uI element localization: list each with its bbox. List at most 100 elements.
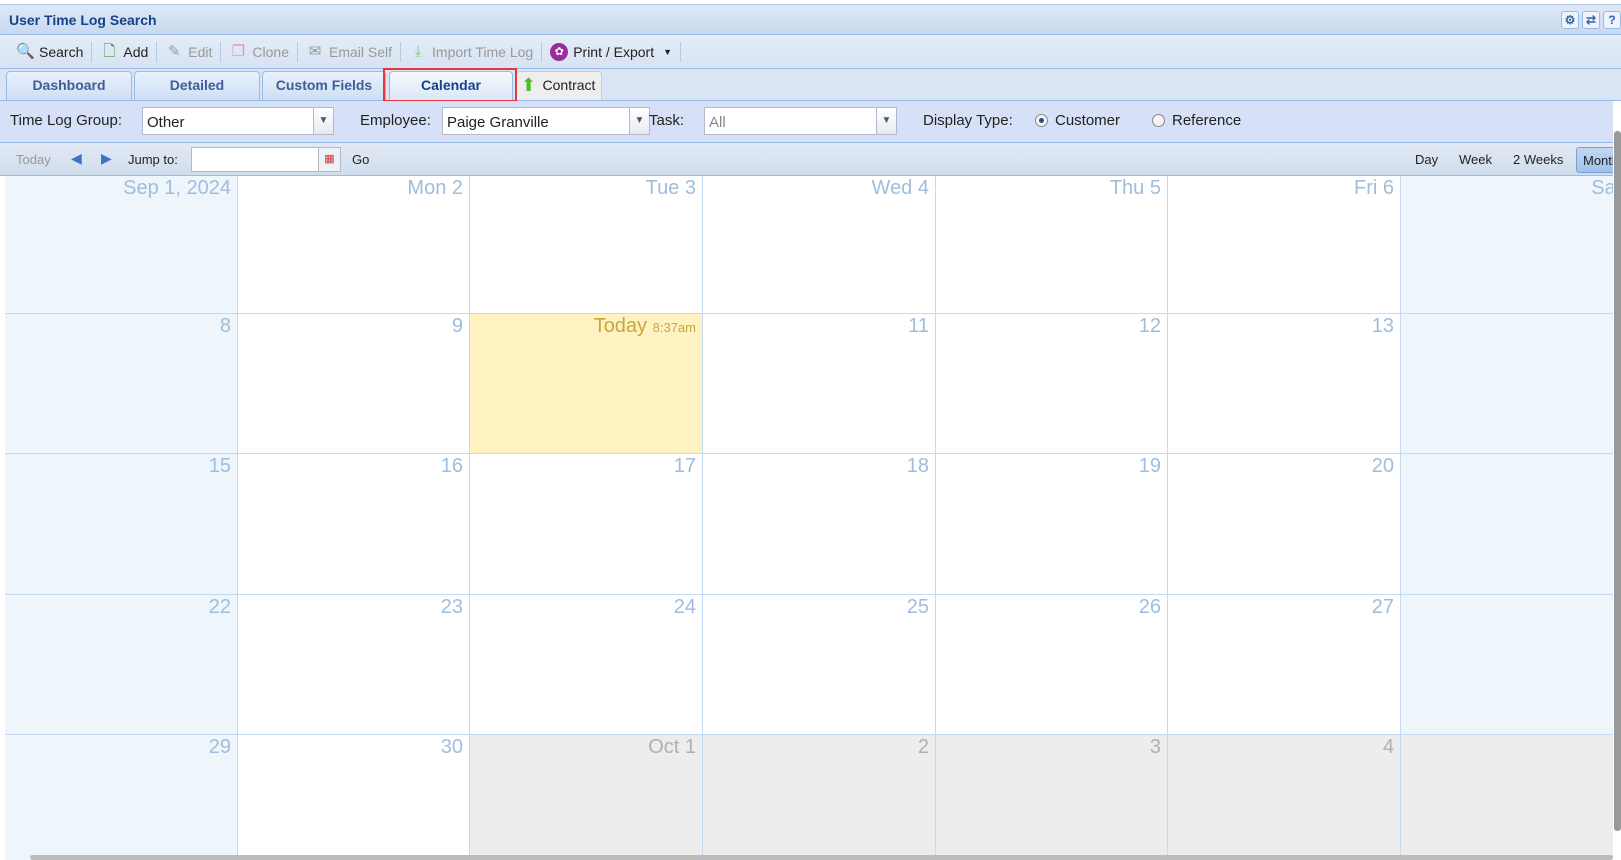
calendar-day[interactable]: 15 xyxy=(5,454,238,595)
edit-label: Edit xyxy=(188,43,213,60)
scrollbar-thumb[interactable] xyxy=(1614,131,1621,831)
print-export-label: Print / Export xyxy=(573,43,655,60)
day-label: 11 xyxy=(908,315,929,337)
time-log-group-select[interactable]: Other ▼ xyxy=(142,107,334,135)
paw-icon: ✿ xyxy=(550,42,569,61)
gear-icon[interactable]: ⚙ xyxy=(1561,11,1579,29)
calendar-day[interactable]: Sep 1, 2024 xyxy=(5,176,238,314)
calendar-day[interactable]: 27 xyxy=(1168,595,1401,735)
calendar-day[interactable]: 19 xyxy=(936,454,1168,595)
calendar-icon[interactable]: ▦ xyxy=(318,148,340,171)
previous-icon[interactable]: ◀ xyxy=(71,150,82,167)
calendar-day-today[interactable]: Today 8:37am xyxy=(470,314,703,454)
help-icon[interactable]: ? xyxy=(1603,11,1621,29)
day-label: 17 xyxy=(673,455,696,477)
time-log-group-value: Other xyxy=(147,114,185,131)
calendar-day[interactable]: 30 xyxy=(238,735,470,860)
dropdown-arrow-icon: ▼ xyxy=(663,46,673,57)
vertical-scrollbar[interactable] xyxy=(1613,101,1621,860)
calendar-day[interactable]: 12 xyxy=(936,314,1168,454)
calendar-day[interactable]: Thu 5 xyxy=(936,176,1168,314)
horizontal-scrollbar[interactable] xyxy=(30,855,1613,860)
day-label: 30 xyxy=(440,736,463,758)
current-time: 8:37am xyxy=(652,320,696,335)
highlight-box xyxy=(383,68,517,102)
print-export-button[interactable]: ✿ Print / Export ▼ xyxy=(542,40,680,64)
today-button[interactable]: Today xyxy=(16,152,51,167)
refresh-icon[interactable]: ⇄ xyxy=(1582,11,1600,29)
calendar-day[interactable]: 14 xyxy=(1401,314,1613,454)
day-label: 15 xyxy=(208,455,231,477)
go-button[interactable]: Go xyxy=(352,152,369,167)
calendar-day[interactable]: Tue 3 xyxy=(470,176,703,314)
day-label: 12 xyxy=(1138,315,1161,337)
radio-reference-label[interactable]: Reference xyxy=(1172,112,1241,129)
calendar-day[interactable]: 8 xyxy=(5,314,238,454)
calendar-day[interactable]: 5 xyxy=(1401,735,1613,860)
employee-select[interactable]: Paige Granville ▼ xyxy=(442,107,650,135)
radio-reference[interactable] xyxy=(1152,114,1165,127)
add-button[interactable]: 🗋 Add xyxy=(92,40,156,64)
employee-label: Employee: xyxy=(360,112,431,129)
tab-custom-fields[interactable]: Custom Fields xyxy=(262,71,386,100)
tab-contract[interactable]: ⬆ Contract xyxy=(516,71,602,100)
calendar-day[interactable]: 26 xyxy=(936,595,1168,735)
day-label: Sat 7 xyxy=(1591,177,1613,199)
search-button[interactable]: 🔍 Search xyxy=(8,40,91,64)
radio-customer[interactable] xyxy=(1035,114,1048,127)
calendar-day[interactable]: 25 xyxy=(703,595,936,735)
window-titlebar: User Time Log Search ⚙ ⇄ ? xyxy=(0,4,1621,35)
calendar-day[interactable]: Sat 7 xyxy=(1401,176,1613,314)
calendar-day[interactable]: 22 xyxy=(5,595,238,735)
chevron-down-icon[interactable]: ▼ xyxy=(313,108,333,134)
calendar-day[interactable]: 23 xyxy=(238,595,470,735)
calendar-day[interactable]: Fri 6 xyxy=(1168,176,1401,314)
day-label: Mon 2 xyxy=(407,177,463,199)
calendar-day[interactable]: 2 xyxy=(703,735,936,860)
calendar-day[interactable]: 28 xyxy=(1401,595,1613,735)
edit-button[interactable]: ✎ Edit xyxy=(157,40,220,64)
calendar-day[interactable]: 17 xyxy=(470,454,703,595)
calendar-day[interactable]: 18 xyxy=(703,454,936,595)
clone-button[interactable]: ❐ Clone xyxy=(221,40,297,64)
view-day-button[interactable]: Day xyxy=(1409,147,1444,173)
calendar-day[interactable]: 24 xyxy=(470,595,703,735)
view-week-button[interactable]: Week xyxy=(1453,147,1498,173)
download-icon: ⤓ xyxy=(414,42,422,60)
day-label: Thu 5 xyxy=(1109,177,1161,199)
search-label: Search xyxy=(39,43,84,60)
next-icon[interactable]: ▶ xyxy=(101,150,112,167)
task-value: All xyxy=(709,114,726,131)
jump-to-label: Jump to: xyxy=(128,152,178,167)
radio-customer-label[interactable]: Customer xyxy=(1055,112,1120,129)
tab-contract-label: Contract xyxy=(542,77,596,93)
calendar-day[interactable]: 20 xyxy=(1168,454,1401,595)
view-month-button[interactable]: Month xyxy=(1576,147,1616,173)
calendar-day[interactable]: Mon 2 xyxy=(238,176,470,314)
jump-to-input[interactable]: ▦ xyxy=(191,147,341,172)
calendar-day[interactable]: 29 xyxy=(5,735,238,860)
import-time-log-button[interactable]: ⤓ Import Time Log xyxy=(401,40,541,64)
calendar-day[interactable]: Oct 1 xyxy=(470,735,703,860)
clone-icon: ❐ xyxy=(231,42,246,60)
day-label: 16 xyxy=(440,455,463,477)
calendar-day[interactable]: 16 xyxy=(238,454,470,595)
view-2-weeks-button[interactable]: 2 Weeks xyxy=(1507,147,1569,173)
calendar-day[interactable]: 13 xyxy=(1168,314,1401,454)
employee-value: Paige Granville xyxy=(447,114,549,131)
task-select[interactable]: All ▼ xyxy=(704,107,897,135)
divider xyxy=(680,41,682,62)
tab-detailed[interactable]: Detailed xyxy=(134,71,260,100)
chevron-down-icon[interactable]: ▼ xyxy=(629,108,649,134)
chevron-down-icon[interactable]: ▼ xyxy=(876,108,896,134)
calendar-day[interactable]: 4 xyxy=(1168,735,1401,860)
calendar-day[interactable]: 11 xyxy=(703,314,936,454)
calendar-day[interactable]: Wed 4 xyxy=(703,176,936,314)
calendar-day[interactable]: 21 xyxy=(1401,454,1613,595)
calendar-day[interactable]: 3 xyxy=(936,735,1168,860)
day-label: 27 xyxy=(1371,596,1394,618)
tab-dashboard[interactable]: Dashboard xyxy=(6,71,132,100)
calendar-day[interactable]: 9 xyxy=(238,314,470,454)
email-self-button[interactable]: ✉ Email Self xyxy=(298,40,400,64)
display-type-label: Display Type: xyxy=(923,112,1013,129)
